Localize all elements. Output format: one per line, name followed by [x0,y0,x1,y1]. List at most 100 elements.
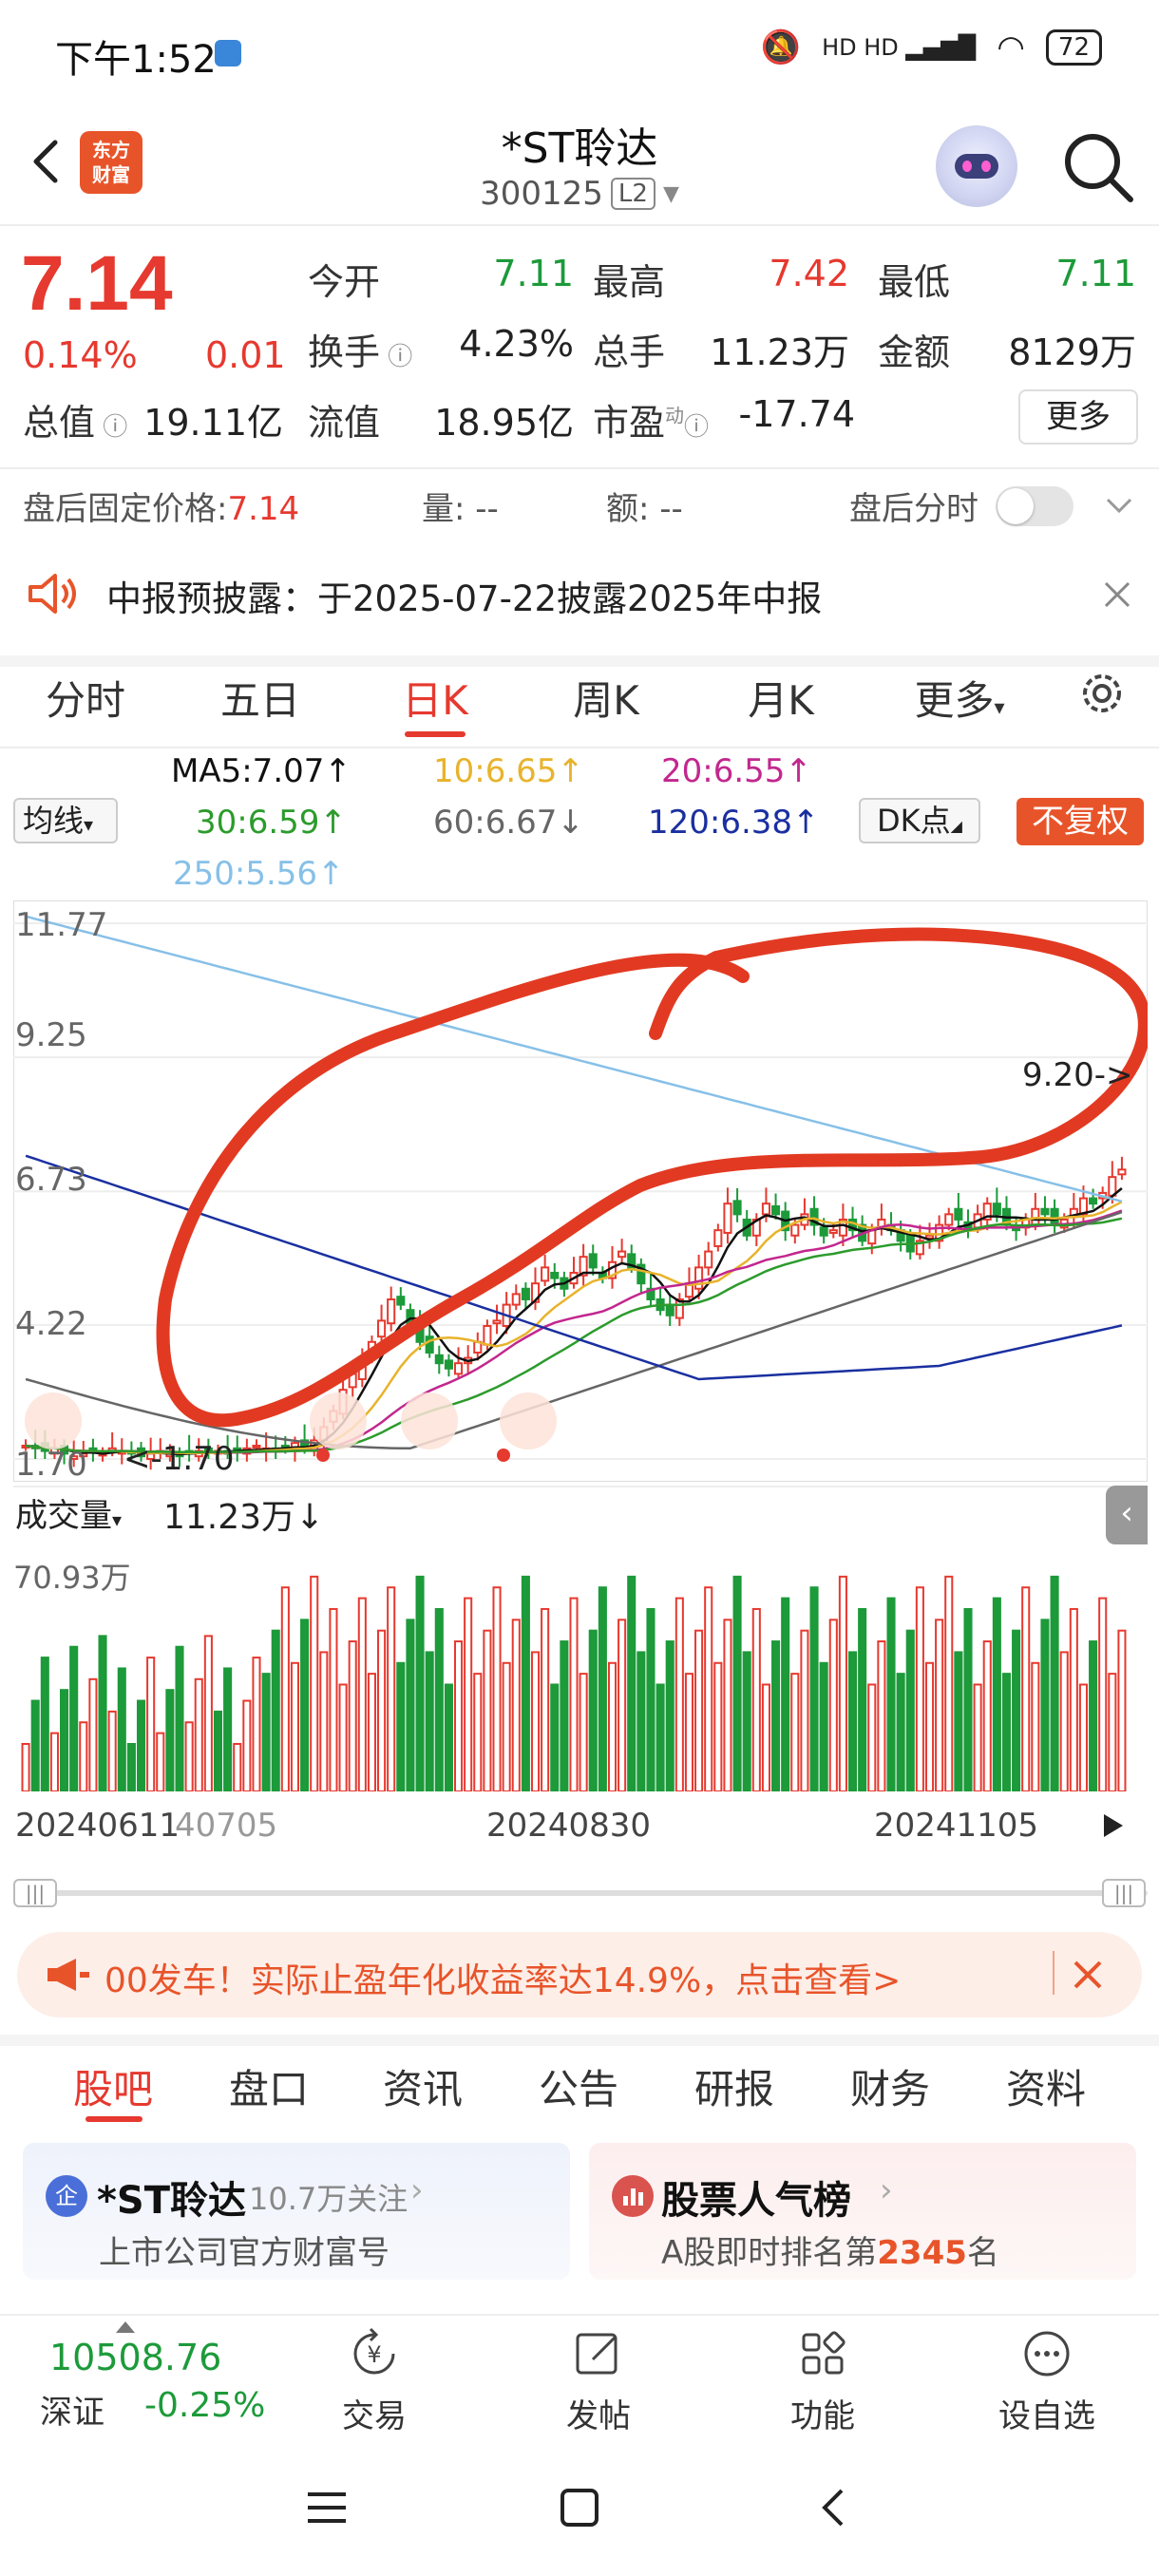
level-badge: L2 [610,178,656,210]
edit-icon [576,2333,618,2375]
tab-timeshare[interactable]: 分时 [19,669,152,727]
battery-indicator: 72 [1045,29,1102,66]
volume-bar [348,1640,357,1791]
more-button[interactable]: 更多 [1018,389,1138,445]
volume-bar [751,1607,761,1791]
low-label: 最低 [878,261,951,303]
volume-bar [1059,1651,1069,1791]
range-slider-track[interactable] [13,1890,1148,1896]
candle-body [252,1444,261,1449]
close-icon[interactable] [1068,1955,1108,1995]
volume-bar [319,1651,329,1791]
candle-body [425,1335,434,1354]
amount-value: 8129万 [1008,331,1136,373]
follower-count: 10.7万关注 [249,2181,408,2217]
volume-bar [838,1575,847,1791]
tab-profile[interactable]: 资料 [975,2057,1117,2115]
tab-news[interactable]: 资讯 [352,2057,494,2115]
post-button[interactable]: 发帖 [532,2323,665,2436]
volume-bar [252,1657,261,1791]
gear-icon[interactable] [1074,665,1130,722]
tab-daily-k[interactable]: 日K [369,669,502,727]
high-label: 最高 [593,261,666,303]
volume-bar [992,1597,1001,1791]
home-icon[interactable] [555,2483,604,2532]
kline-chart[interactable] [13,900,1148,1482]
volume-bar [377,1629,387,1791]
pe-value: -17.74 [738,393,856,435]
candle-body [396,1296,406,1306]
volume-bar [203,1635,213,1791]
robot-assistant-avatar[interactable] [936,125,1017,207]
expand-icon[interactable] [500,1392,557,1449]
menu-icon[interactable] [302,2483,352,2532]
grid-icon [802,2331,846,2375]
market-cap-value: 19.11亿 [143,402,283,444]
volume-bar [338,1683,348,1791]
volume-bar [819,1661,828,1791]
tab-announcements[interactable]: 公告 [507,2057,650,2115]
volume-value: 11.23万 [710,331,849,373]
volume-bar [511,1619,521,1791]
svg-text:¥: ¥ [367,2341,381,2368]
candle-body [1040,1207,1050,1216]
info-icon: ⓘ [95,413,128,442]
popularity-title: 股票人气榜 [661,2179,851,2223]
candle-body [492,1319,502,1325]
volume-bar [973,1683,982,1791]
after-hours-amount: 额: -- [606,490,683,528]
candle-body [704,1250,713,1269]
volume-bar [646,1607,656,1791]
market-cap-label[interactable]: 总值 ⓘ [23,393,127,445]
signal-icon: HD HD ▂▄▆█ [822,34,977,61]
volume-bar [290,1661,300,1791]
volume-max-label: 70.93万 [13,1560,131,1596]
candle-body [713,1229,723,1247]
no-adjust-button[interactable]: 不复权 [1016,798,1144,845]
volume-indicator-select[interactable]: 成交量▾ [15,1489,122,1536]
chevron-right-icon[interactable] [401,1392,458,1449]
index-expand-icon[interactable] [116,2321,135,2333]
volume-bar [1021,1586,1031,1791]
tab-forum[interactable]: 股吧 [42,2057,184,2115]
search-icon[interactable] [1054,123,1140,209]
back-icon[interactable] [809,2483,859,2532]
volume-bar [732,1575,742,1791]
chevron-left-icon[interactable] [25,1392,82,1449]
chevron-down-icon[interactable] [1102,488,1136,522]
tab-research[interactable]: 研报 [663,2057,806,2115]
close-icon[interactable] [1100,578,1134,612]
range-slider-right-handle[interactable]: ||| [1102,1879,1146,1907]
turnover-label[interactable]: 换手 ⓘ [308,323,412,375]
tab-monthly-k[interactable]: 月K [714,669,847,727]
volume-bar [954,1651,963,1791]
functions-button[interactable]: 功能 [756,2323,889,2436]
tab-five-day[interactable]: 五日 [194,669,327,727]
official-account-subtitle: 上市公司官方财富号 [99,2234,390,2272]
tab-financials[interactable]: 财务 [819,2057,961,2115]
volume-bar [30,1699,40,1791]
tab-orderbook[interactable]: 盘口 [198,2057,340,2115]
float-cap-value: 18.95亿 [434,402,574,444]
volume-chart[interactable] [13,1535,1148,1791]
volume-bar [550,1683,560,1791]
tab-more[interactable]: 更多▾ [893,669,1026,727]
tab-weekly-k[interactable]: 周K [540,669,673,727]
min-price-marker: <-1.70 [124,1440,235,1478]
pe-label[interactable]: 市盈动ⓘ [593,393,709,445]
ma-select[interactable]: 均线▾ [13,798,118,843]
range-slider-left-handle[interactable]: ||| [13,1879,57,1907]
turnover-value: 4.23% [459,323,574,365]
volume-bar [665,1640,674,1791]
add-watchlist-button[interactable]: 设自选 [980,2323,1113,2436]
volume-bar [704,1586,713,1791]
index-value[interactable]: 10508.76 [49,2337,221,2378]
volume-bar [434,1607,444,1791]
promo-separator [1053,1951,1054,1995]
play-right-icon[interactable] [1092,1807,1130,1845]
volume-bar [184,1721,194,1791]
dk-point-button[interactable]: DK点◢ [859,798,980,843]
chevron-left-icon[interactable] [310,1392,367,1449]
trade-button[interactable]: ¥ 交易 [308,2323,441,2436]
candle-body [483,1324,492,1346]
